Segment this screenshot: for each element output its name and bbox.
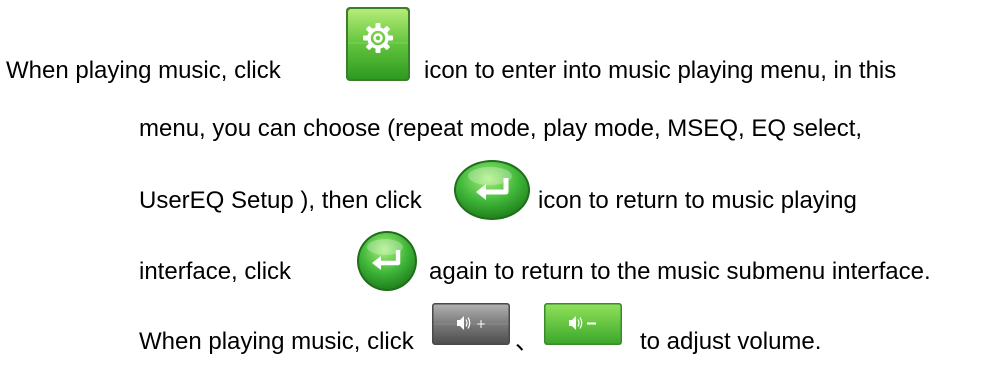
instruction-line-2: menu, you can choose (repeat mode, play … [139, 115, 863, 142]
return-arrow-icon [356, 230, 418, 292]
separator-mark: 、 [515, 328, 539, 355]
instruction-line-3-start: UserEQ Setup ), then click [139, 187, 422, 214]
instruction-line-3-end: icon to return to music playing [538, 187, 857, 214]
instruction-line-1-end: icon to enter into music playing menu, i… [424, 57, 897, 84]
instruction-line-5-end: to adjust volume. [640, 328, 822, 355]
instruction-line-4-end: again to return to the music submenu int… [429, 258, 931, 285]
svg-text:+: + [476, 317, 486, 331]
instruction-line-5-start: When playing music, click [139, 328, 414, 355]
volume-down-icon [544, 303, 622, 345]
instruction-line-1-start: When playing music, click [6, 57, 281, 84]
gear-icon [346, 7, 410, 81]
instruction-line-4-start: interface, click [139, 258, 292, 285]
volume-up-icon: + [432, 303, 510, 345]
return-arrow-icon [452, 159, 532, 221]
